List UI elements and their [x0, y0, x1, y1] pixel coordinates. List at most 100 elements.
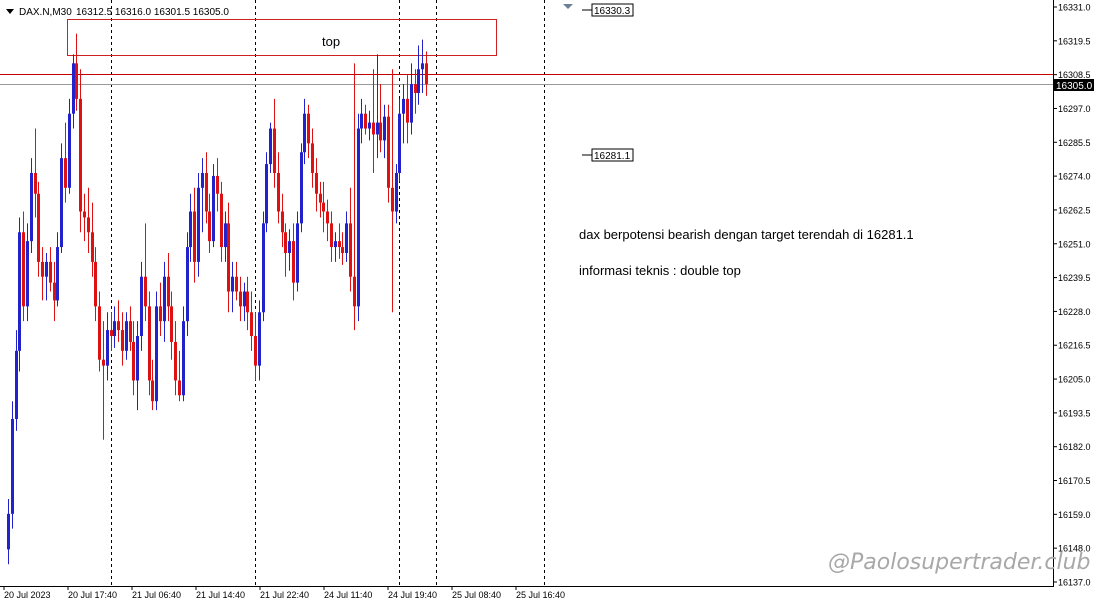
y-tick-label: 16193.5	[1058, 408, 1091, 418]
candle-body	[98, 306, 101, 360]
candle	[197, 172, 200, 277]
candle-body	[307, 113, 310, 144]
watermark: @Paolosupertrader.club	[828, 550, 1091, 575]
candle-body	[113, 321, 116, 336]
y-tick-label: 16239.5	[1058, 273, 1091, 283]
candle-body	[201, 172, 204, 188]
candle-body	[117, 321, 120, 331]
candle-body	[22, 232, 25, 307]
candle-body	[383, 116, 386, 141]
candle-body	[208, 211, 211, 242]
candle-body	[182, 321, 185, 396]
candle-body	[148, 306, 151, 381]
x-tick-label: 24 Jul 11:40	[324, 590, 372, 600]
x-tick-label: 21 Jul 06:40	[132, 590, 181, 600]
candle-body	[75, 63, 78, 99]
candle	[148, 291, 151, 396]
candle-body	[322, 202, 325, 212]
candle-body	[87, 217, 90, 233]
candle-body	[402, 98, 405, 114]
candle-body	[170, 306, 173, 342]
candle-body	[79, 98, 82, 212]
candle-body	[178, 380, 181, 396]
candle-body	[349, 223, 352, 277]
candle-body	[15, 350, 18, 419]
candle-body	[288, 241, 291, 254]
y-tick-label: 16216.5	[1058, 341, 1091, 351]
candle-body	[319, 193, 322, 203]
candle-body	[368, 122, 371, 129]
note-line-1: dax berpotensi bearish dengan target ter…	[579, 227, 914, 242]
candle	[357, 113, 360, 322]
candle-body	[26, 241, 29, 307]
x-tick-label: 20 Jul 17:40	[68, 590, 117, 600]
candle-body	[246, 291, 249, 313]
candle-body	[64, 158, 67, 188]
candle-body	[49, 261, 52, 283]
candle	[265, 152, 268, 233]
candle-body	[254, 335, 257, 366]
candle	[296, 211, 299, 292]
candle-body	[129, 321, 132, 342]
candle-body	[410, 84, 413, 123]
candle-body	[379, 122, 382, 141]
candle-body	[292, 241, 295, 283]
candle-body	[281, 211, 284, 233]
candle-body	[303, 113, 306, 153]
y-tick-label: 16274.0	[1058, 172, 1091, 182]
candle-body	[68, 113, 71, 188]
candle-body	[345, 223, 348, 254]
candle-body	[60, 158, 63, 248]
candle-body	[398, 113, 401, 173]
candle-body	[197, 187, 200, 262]
x-tick-label: 20 Jul 2023	[4, 590, 51, 600]
level-high-label: 16330.3	[594, 6, 631, 17]
candle-body	[391, 187, 394, 212]
candle-body	[94, 261, 97, 307]
note-line-2: informasi teknis : double top	[579, 263, 741, 278]
current-price-label: 16305.0	[1056, 81, 1093, 92]
chart-svg: 16331.0 16319.5 16308.5 16297.0 16285.5 16274…	[0, 0, 1094, 600]
y-tick-label: 16228.0	[1058, 307, 1091, 317]
candle-body	[227, 223, 230, 292]
candle-body	[262, 223, 265, 313]
candle-body	[7, 513, 10, 550]
candle-body	[72, 63, 75, 114]
y-tick-label: 16137.0	[1058, 578, 1091, 588]
candle-body	[387, 116, 390, 188]
ohlc-values: 16312.5 16316.0 16301.5 16305.0	[76, 7, 229, 18]
candle	[300, 143, 303, 233]
y-tick-label: 16159.0	[1058, 510, 1091, 520]
candle-body	[106, 330, 109, 366]
level-target-label: 16281.1	[594, 151, 631, 162]
x-tick-label: 21 Jul 22:40	[260, 590, 309, 600]
y-tick-label: 16251.0	[1058, 239, 1091, 249]
candle	[60, 143, 63, 254]
candle-body	[37, 193, 40, 262]
candle-body	[56, 247, 59, 301]
candle-body	[326, 211, 329, 224]
candle-body	[315, 172, 318, 194]
candle-body	[140, 276, 143, 336]
candle-body	[353, 276, 356, 307]
candle-body	[330, 223, 333, 248]
candle-body	[364, 113, 367, 129]
chart[interactable]: 16331.0 16319.5 16308.5 16297.0 16285.5 16274…	[0, 0, 1099, 604]
y-tick-label: 16319.5	[1058, 36, 1091, 46]
x-tick-label: 24 Jul 19:40	[388, 590, 437, 600]
candle-body	[273, 128, 276, 173]
y-tick-label: 16308.5	[1058, 70, 1091, 80]
box-label: top	[322, 34, 340, 49]
candle-body	[277, 172, 280, 212]
candle-body	[269, 128, 272, 165]
candle-body	[167, 276, 170, 307]
candle-body	[258, 312, 261, 366]
candle-body	[300, 152, 303, 224]
candle-body	[155, 306, 158, 402]
candle-body	[18, 232, 21, 351]
candle-body	[395, 172, 398, 212]
candle	[212, 164, 215, 248]
candle-body	[216, 175, 219, 194]
candle-body	[284, 232, 287, 254]
plot-area	[0, 0, 1053, 586]
